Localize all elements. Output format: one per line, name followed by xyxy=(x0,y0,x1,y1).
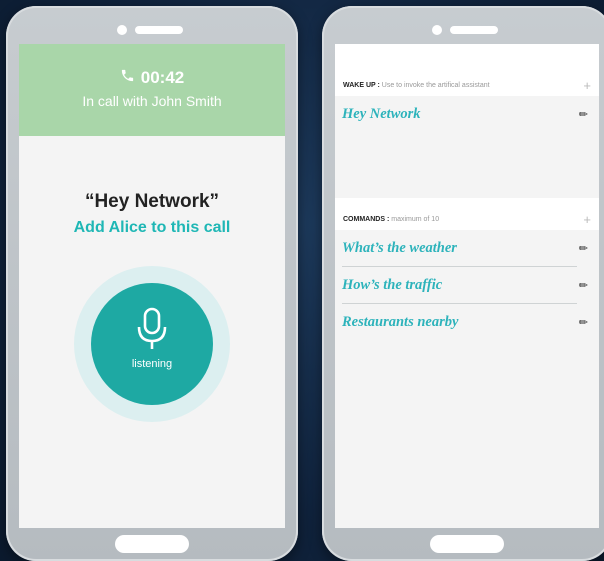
microphone-icon xyxy=(137,307,167,349)
home-button[interactable] xyxy=(115,535,189,553)
wake-section-header: WAKE UP : Use to invoke the artifical as… xyxy=(335,66,599,96)
phone-frame-left: 00:42 In call with John Smith “Hey Netwo… xyxy=(6,6,298,561)
phone-icon xyxy=(120,68,135,88)
plus-icon[interactable]: + xyxy=(583,78,591,93)
phone-speaker xyxy=(432,24,502,36)
command-label: What’s the weather xyxy=(342,240,457,256)
command-item[interactable]: How’s the traffic ✏ xyxy=(335,267,599,303)
wake-section-title: WAKE UP : xyxy=(343,82,380,89)
wake-list: Hey Network ✏ xyxy=(335,96,599,198)
pencil-icon[interactable]: ✏ xyxy=(579,316,588,329)
call-status: In call with John Smith xyxy=(82,93,222,109)
wake-section-description: Use to invoke the artifical assistant xyxy=(381,82,490,89)
wake-item-label: Hey Network xyxy=(342,106,421,122)
plus-icon[interactable]: + xyxy=(583,212,591,227)
pencil-icon[interactable]: ✏ xyxy=(579,108,588,121)
commands-section-description: maximum of 10 xyxy=(391,216,440,223)
mic-button[interactable]: listening xyxy=(91,283,213,405)
phone-frame-right: WAKE UP : Use to invoke the artifical as… xyxy=(322,6,604,561)
wake-item[interactable]: Hey Network ✏ xyxy=(335,96,599,132)
call-timer-row: 00:42 xyxy=(19,44,285,88)
pencil-icon[interactable]: ✏ xyxy=(579,242,588,255)
call-header: 00:42 In call with John Smith xyxy=(19,44,285,136)
action-text: Add Alice to this call xyxy=(73,219,231,236)
home-button[interactable] xyxy=(430,535,504,553)
command-label: How’s the traffic xyxy=(342,277,443,293)
commands-section-header: COMMANDS : maximum of 10 + xyxy=(335,208,599,230)
commands-section-title: COMMANDS : xyxy=(343,216,390,223)
top-bar xyxy=(335,44,599,66)
command-label: Restaurants nearby xyxy=(342,314,459,330)
wake-phrase: “Hey Network” xyxy=(84,191,220,212)
mic-status: listening xyxy=(131,358,173,370)
separator xyxy=(335,198,599,208)
call-screen: 00:42 In call with John Smith “Hey Netwo… xyxy=(19,44,285,528)
settings-screen: WAKE UP : Use to invoke the artifical as… xyxy=(335,44,599,528)
command-item[interactable]: Restaurants nearby ✏ xyxy=(335,304,599,340)
pencil-icon[interactable]: ✏ xyxy=(579,279,588,292)
phone-speaker xyxy=(117,24,187,36)
command-item[interactable]: What’s the weather ✏ xyxy=(335,230,599,266)
mic-halo: listening xyxy=(74,266,230,422)
call-timer: 00:42 xyxy=(140,68,185,87)
